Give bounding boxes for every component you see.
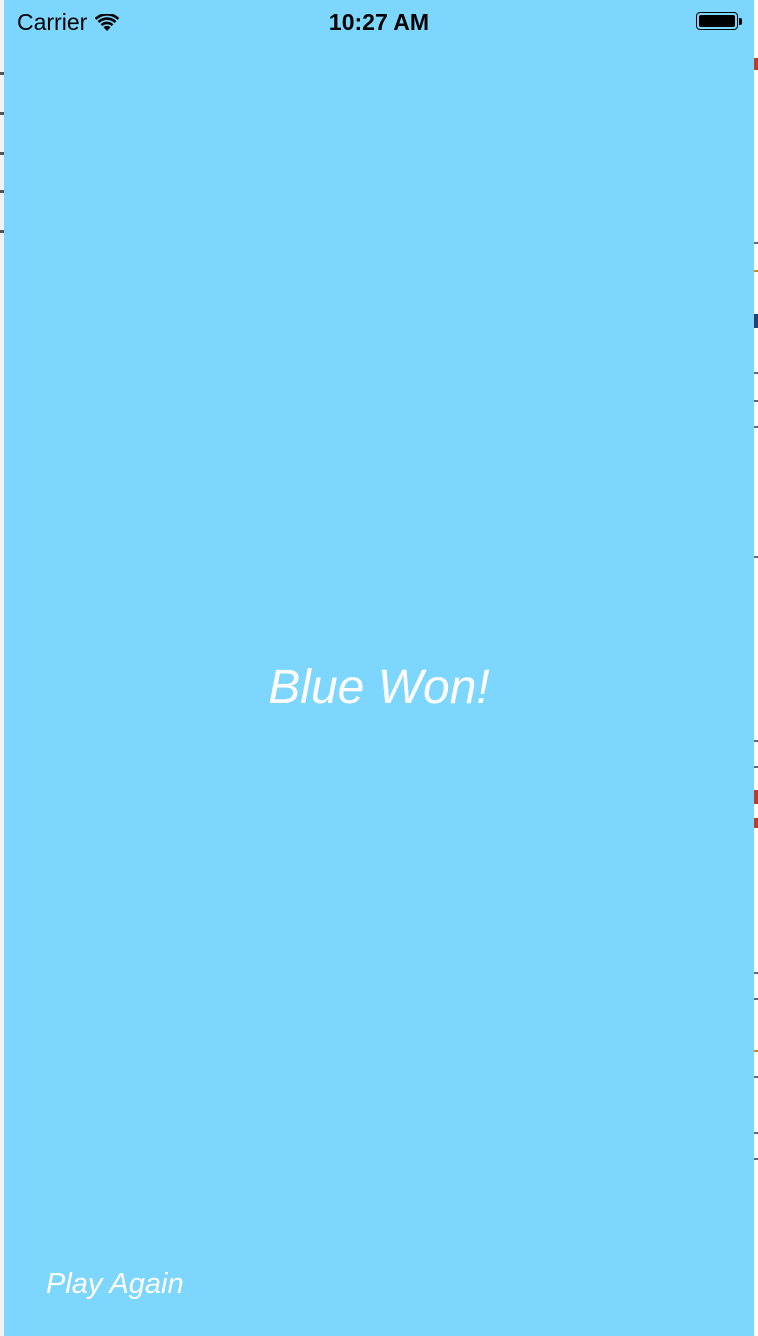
game-over-screen: Carrier 10:27 AM Blue Won! Play Again [4,0,754,1336]
battery-icon [696,12,744,32]
battery-level [699,15,735,27]
winner-label: Blue Won! [268,661,490,714]
status-bar: Carrier 10:27 AM [4,0,754,44]
status-time: 10:27 AM [328,9,430,35]
battery-body [696,12,738,30]
battery-cap [739,18,742,25]
play-again-button[interactable]: Play Again [46,1268,184,1301]
